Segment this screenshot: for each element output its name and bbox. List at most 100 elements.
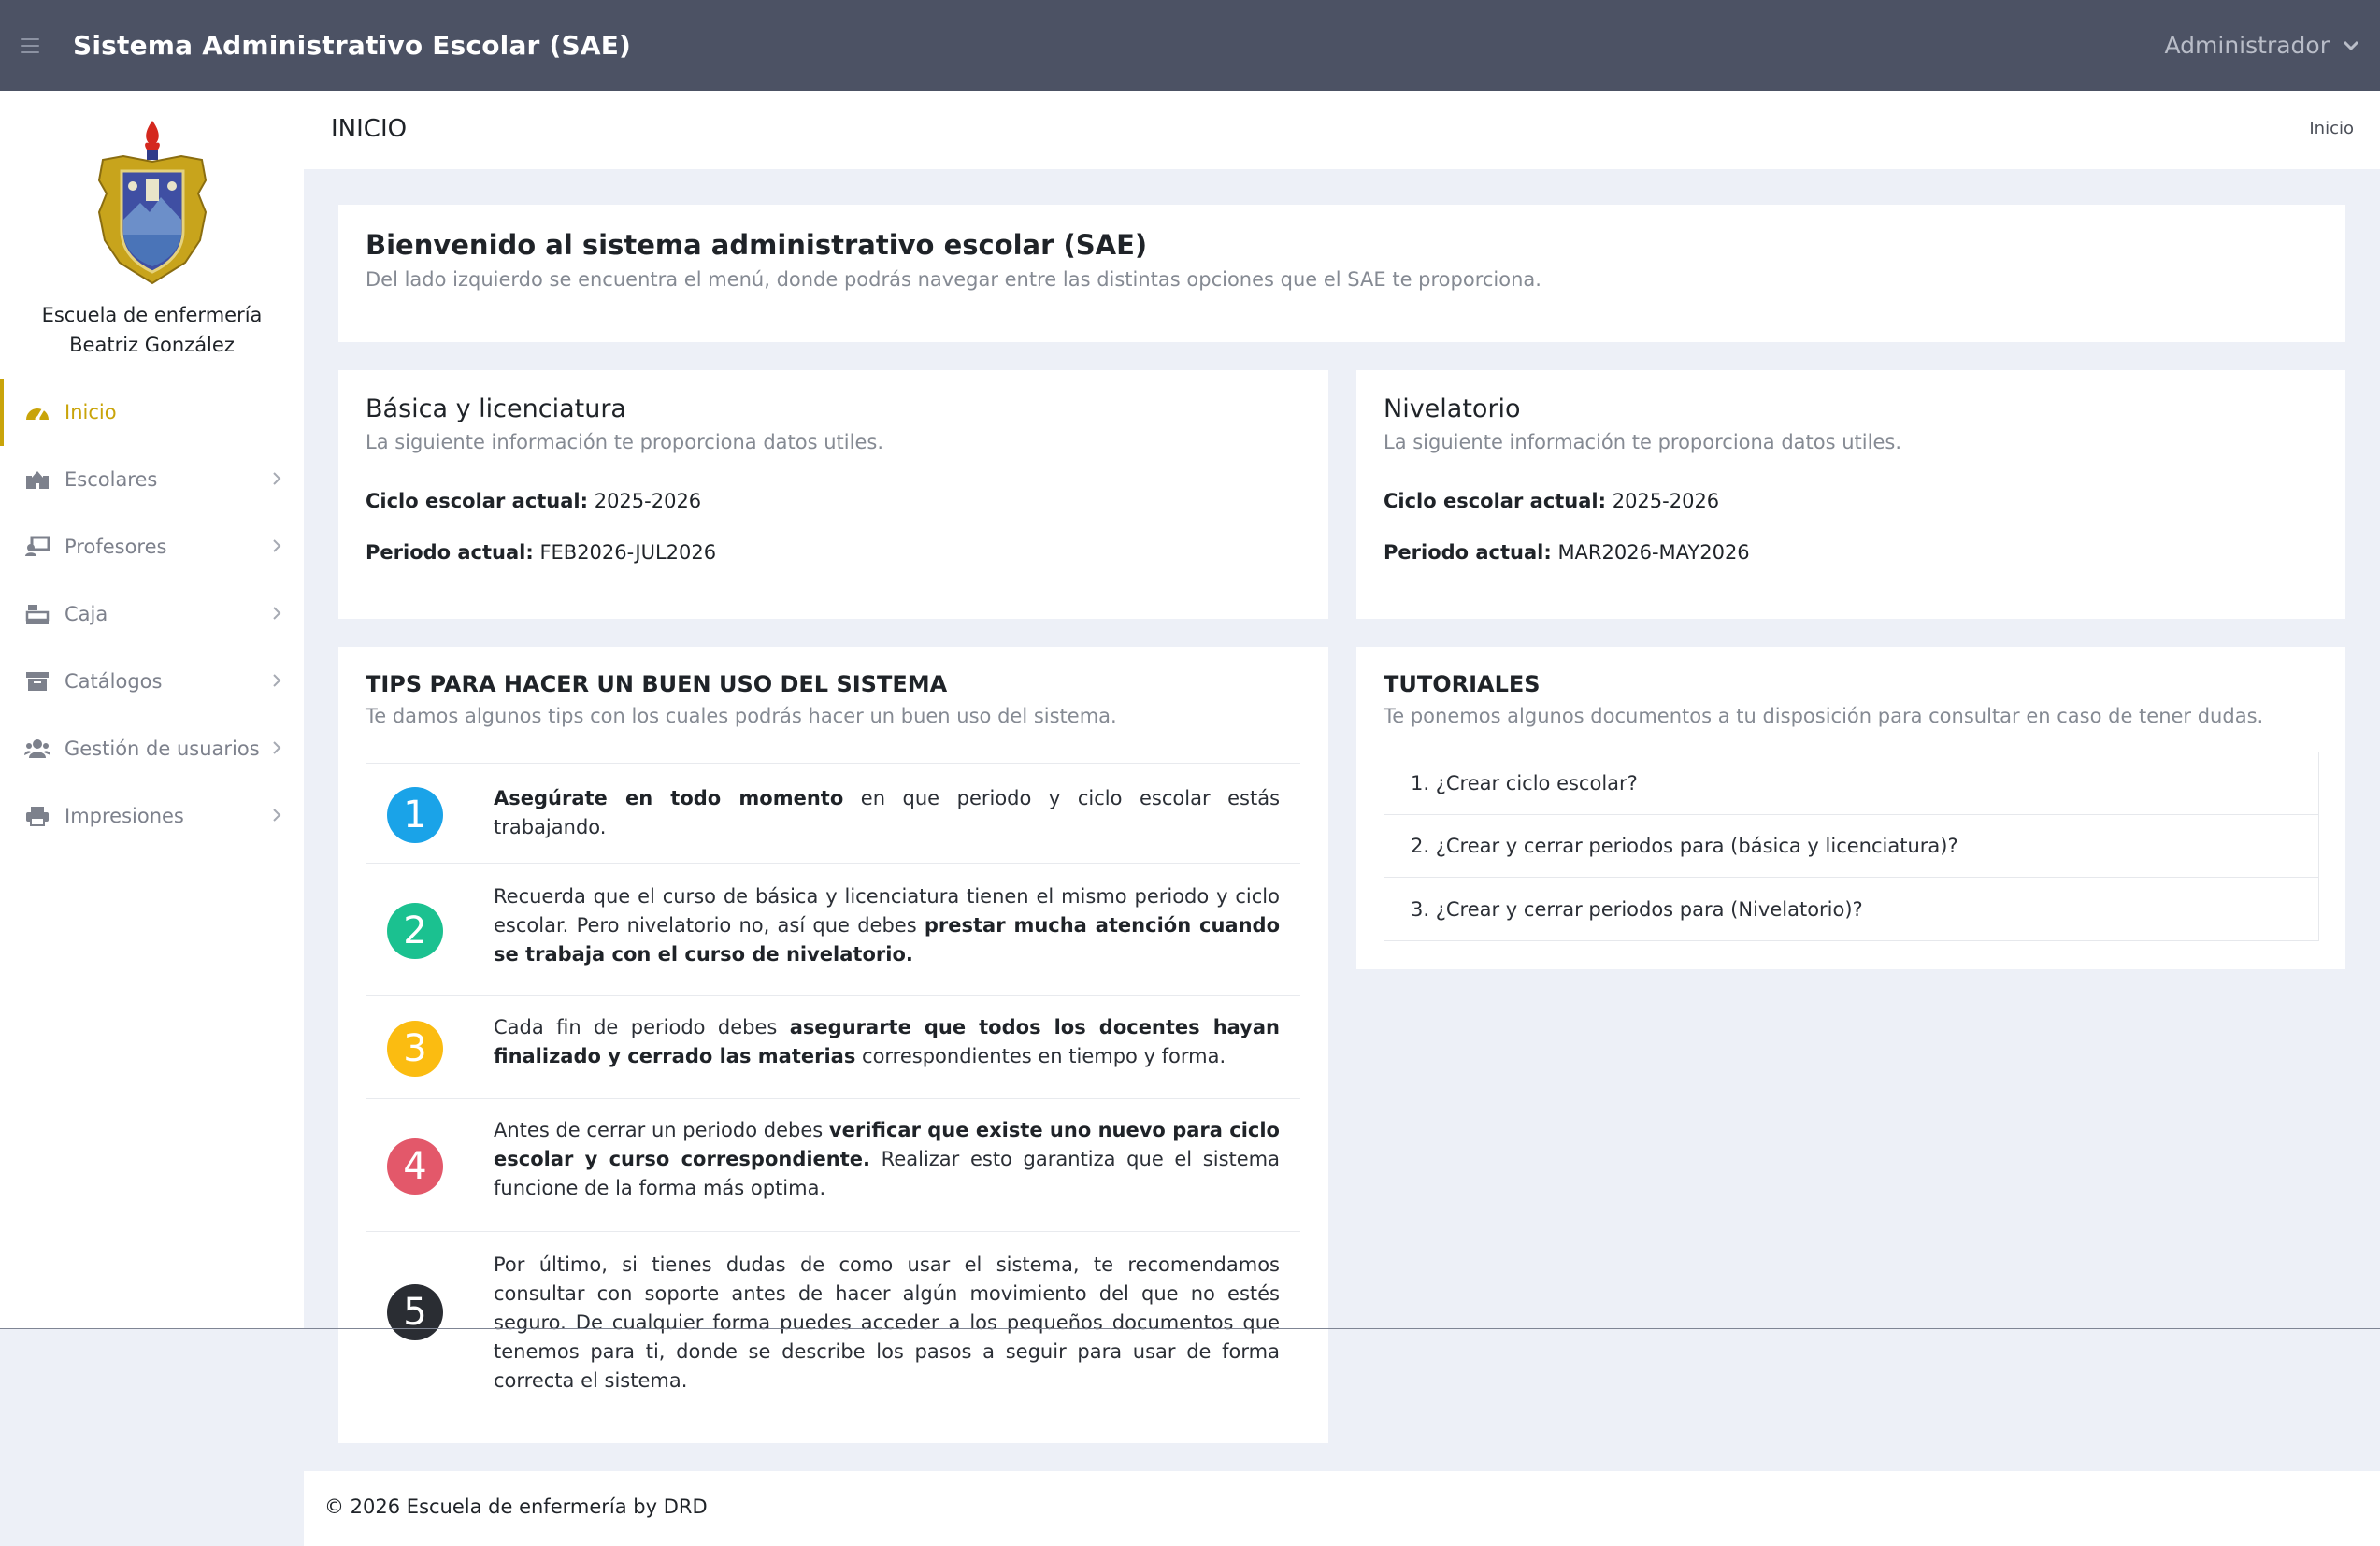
sidebar-item-caja[interactable]: Caja: [0, 580, 304, 648]
tip-number: 1: [403, 794, 427, 837]
tip-number-badge: 2: [387, 903, 443, 959]
sidebar-item-impresiones[interactable]: Impresiones: [0, 782, 304, 850]
tutorial-link[interactable]: 2. ¿Crear y cerrar periodos para (básica…: [1384, 815, 2318, 878]
sidebar-item-label: Gestión de usuarios: [65, 737, 260, 760]
nivelatorio-periodo: Periodo actual: MAR2026-MAY2026: [1384, 541, 1750, 564]
page-header: INICIO Inicio: [304, 91, 2380, 169]
welcome-subtitle: Del lado izquierdo se encuentra el menú,…: [366, 268, 1541, 291]
user-menu[interactable]: Administrador: [2165, 0, 2360, 91]
basica-periodo: Periodo actual: FEB2026-JUL2026: [366, 541, 716, 564]
tip-item: 2 Recuerda que el curso de básica y lice…: [366, 863, 1300, 995]
sidebar-item-label: Profesores: [65, 536, 167, 558]
school-crest-icon: [97, 121, 207, 285]
ciclo-value: 2025-2026: [588, 490, 702, 512]
nivelatorio-title: Nivelatorio: [1384, 394, 1521, 423]
school-logo: [0, 91, 304, 285]
tip-number-badge: 1: [387, 787, 443, 843]
tip-number-badge: 4: [387, 1138, 443, 1195]
tip-text: Recuerda que el curso de básica y licenc…: [494, 882, 1280, 969]
chevron-right-icon: [273, 539, 281, 552]
tutorial-link[interactable]: 3. ¿Crear y cerrar periodos para (Nivela…: [1384, 878, 2318, 940]
tip-number: 4: [403, 1145, 427, 1188]
tip-number: 3: [403, 1027, 427, 1070]
archive-icon: [23, 669, 51, 694]
page-title: INICIO: [331, 115, 408, 143]
tip-text: Por último, si tienes dudas de como usar…: [494, 1251, 1280, 1396]
menu-toggle-icon[interactable]: [21, 37, 39, 53]
periodo-value: FEB2026-JUL2026: [533, 541, 717, 564]
nivelatorio-ciclo: Ciclo escolar actual: 2025-2026: [1384, 490, 1719, 512]
sidebar-item-gestion-usuarios[interactable]: Gestión de usuarios: [0, 715, 304, 782]
periodo-label: Periodo actual:: [1384, 541, 1552, 564]
tutorials-title: TUTORIALES: [1384, 671, 1541, 697]
teacher-icon: [23, 535, 51, 559]
tutorials-card: TUTORIALES Te ponemos algunos documentos…: [1356, 647, 2345, 969]
chevron-right-icon: [273, 741, 281, 754]
school-name-line2: Beatriz González: [69, 334, 235, 356]
ciclo-value: 2025-2026: [1606, 490, 1720, 512]
tip-text-segment: correspondientes en tiempo y forma.: [855, 1045, 1226, 1067]
sidebar-item-label: Escolares: [65, 468, 158, 491]
tip-number-badge: 5: [387, 1284, 443, 1340]
chevron-right-icon: [273, 472, 281, 485]
basica-card: Básica y licenciatura La siguiente infor…: [338, 370, 1328, 619]
sidebar-item-escolares[interactable]: Escolares: [0, 446, 304, 513]
school-icon: [23, 467, 51, 492]
periodo-label: Periodo actual:: [366, 541, 534, 564]
nivelatorio-subtitle: La siguiente información te proporciona …: [1384, 431, 1901, 453]
school-name-line1: Escuela de enfermería: [41, 304, 263, 326]
tip-item: 1 Asegúrate en todo momento en que perio…: [366, 763, 1300, 863]
tip-text-segment: Cada fin de periodo debes: [494, 1016, 790, 1038]
tips-subtitle: Te damos algunos tips con los cuales pod…: [366, 705, 1117, 727]
footer: © 2026 Escuela de enfermería by DRD: [304, 1471, 2380, 1546]
tutorial-link[interactable]: 1. ¿Crear ciclo escolar?: [1384, 752, 2318, 815]
breadcrumb[interactable]: Inicio: [2309, 119, 2354, 138]
tutorials-list: 1. ¿Crear ciclo escolar? 2. ¿Crear y cer…: [1384, 752, 2319, 941]
chevron-down-icon: [2343, 40, 2359, 50]
dashboard-icon: [23, 400, 51, 424]
tip-text: Asegúrate en todo momento en que periodo…: [494, 784, 1280, 842]
welcome-card: Bienvenido al sistema administrativo esc…: [338, 205, 2345, 342]
tip-item: 4 Antes de cerrar un periodo debes verif…: [366, 1098, 1300, 1231]
basica-ciclo: Ciclo escolar actual: 2025-2026: [366, 490, 701, 512]
tip-number: 2: [403, 909, 427, 952]
tip-item: 3 Cada fin de periodo debes asegurarte q…: [366, 995, 1300, 1098]
sidebar: Escuela de enfermería Beatriz González I…: [0, 91, 304, 1328]
printer-icon: [23, 804, 51, 828]
welcome-title: Bienvenido al sistema administrativo esc…: [366, 229, 1148, 261]
user-name: Administrador: [2164, 32, 2330, 59]
ciclo-label: Ciclo escolar actual:: [1384, 490, 1607, 512]
chevron-right-icon: [273, 607, 281, 620]
sidebar-item-catalogos[interactable]: Catálogos: [0, 648, 304, 715]
basica-title: Básica y licenciatura: [366, 394, 626, 423]
sidebar-item-label: Caja: [65, 603, 108, 625]
footer-text: © 2026 Escuela de enfermería by DRD: [324, 1496, 708, 1518]
sidebar-nav: Inicio Escolares Profesores Caja Catálog…: [0, 379, 304, 850]
tip-text: Antes de cerrar un periodo debes verific…: [494, 1116, 1280, 1203]
app-title: Sistema Administrativo Escolar (SAE): [73, 30, 632, 61]
top-navbar: Sistema Administrativo Escolar (SAE) Adm…: [0, 0, 2380, 91]
cash-register-icon: [23, 602, 51, 626]
chevron-right-icon: [273, 674, 281, 687]
tip-number-badge: 3: [387, 1021, 443, 1077]
sidebar-item-profesores[interactable]: Profesores: [0, 513, 304, 580]
tip-item: 5 Por último, si tienes dudas de como us…: [366, 1231, 1300, 1409]
tip-text-segment: Por último, si tienes dudas de como usar…: [494, 1253, 1280, 1392]
periodo-value: MAR2026-MAY2026: [1551, 541, 1750, 564]
tips-title: TIPS PARA HACER UN BUEN USO DEL SISTEMA: [366, 671, 948, 697]
basica-subtitle: La siguiente información te proporciona …: [366, 431, 883, 453]
users-icon: [23, 737, 51, 761]
ciclo-label: Ciclo escolar actual:: [366, 490, 589, 512]
tip-text: Cada fin de periodo debes asegurarte que…: [494, 1013, 1280, 1071]
sidebar-item-label: Impresiones: [65, 805, 184, 827]
tips-card: TIPS PARA HACER UN BUEN USO DEL SISTEMA …: [338, 647, 1328, 1443]
divider-line: [0, 1328, 2380, 1329]
sidebar-item-inicio[interactable]: Inicio: [0, 379, 304, 446]
tip-text-bold: Asegúrate en todo momento: [494, 787, 844, 809]
sidebar-item-label: Inicio: [65, 401, 117, 423]
school-name: Escuela de enfermería Beatriz González: [0, 300, 304, 360]
sidebar-item-label: Catálogos: [65, 670, 163, 693]
chevron-right-icon: [273, 809, 281, 822]
tutorials-subtitle: Te ponemos algunos documentos a tu dispo…: [1384, 705, 2264, 727]
tip-text-segment: Antes de cerrar un periodo debes: [494, 1119, 829, 1141]
